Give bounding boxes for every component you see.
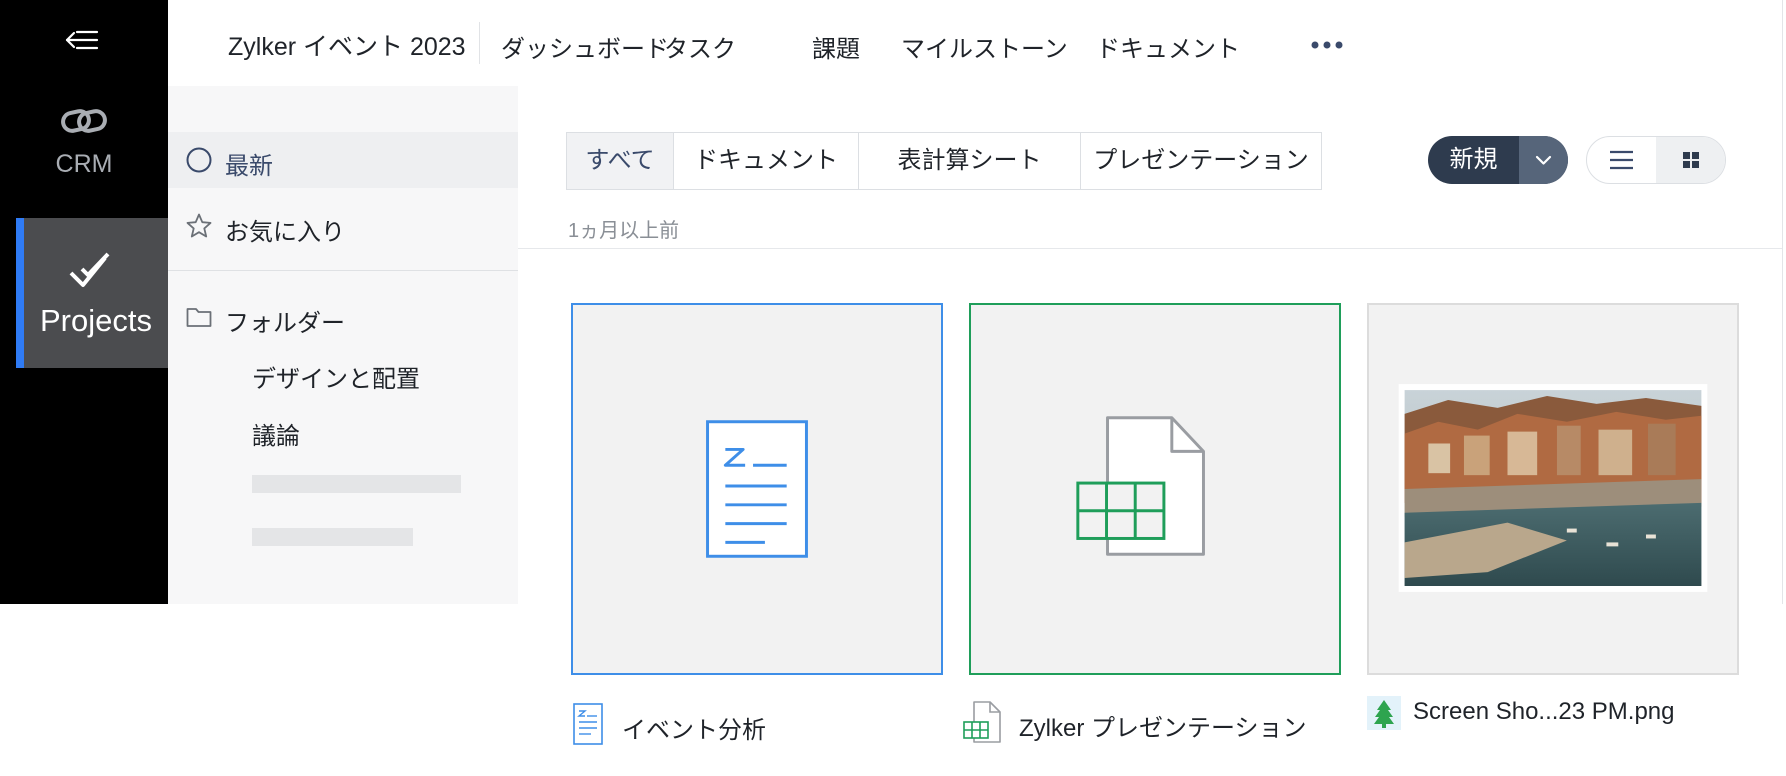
- sidebar-item-label: 最新: [225, 153, 273, 180]
- app-rail: CRM Projects: [0, 0, 168, 604]
- sidebar-item-label: フォルダー: [225, 310, 345, 337]
- folder-icon: [186, 308, 212, 327]
- spreadsheet-thumbnail-icon: [1076, 416, 1205, 556]
- file-name: Zylker プレゼンテーション: [1019, 715, 1307, 742]
- sidebar-divider: [168, 270, 518, 271]
- filter-presentations[interactable]: プレゼンテーション: [1080, 133, 1321, 189]
- rail-item-crm[interactable]: CRM: [0, 105, 168, 179]
- documents-sidebar: 最新 お気に入り フォルダー デザインと配置 議論: [168, 86, 518, 604]
- new-button[interactable]: 新規: [1428, 136, 1568, 184]
- chevron-down-icon: [1535, 155, 1552, 165]
- collapse-menu-icon[interactable]: [64, 26, 100, 56]
- tab-dashboard[interactable]: ダッシュボード: [501, 29, 669, 64]
- nav-divider: [479, 22, 480, 64]
- tab-milestones[interactable]: マイルストーン: [901, 29, 1068, 64]
- rail-projects-label: Projects: [40, 303, 152, 338]
- list-view-button[interactable]: [1587, 137, 1657, 183]
- file-item-spreadsheet[interactable]: Zylker プレゼンテーション: [962, 700, 1362, 748]
- grid-view-icon: [1683, 152, 1699, 168]
- image-thumbnail: [1398, 384, 1708, 592]
- section-label: 1ヵ月以上前: [568, 220, 680, 242]
- folder-discussion[interactable]: 議論: [252, 416, 300, 451]
- filter-spreadsheets[interactable]: 表計算シート: [858, 133, 1080, 189]
- circle-icon: [186, 147, 212, 173]
- list-view-icon: [1610, 150, 1633, 170]
- active-indicator: [16, 218, 24, 368]
- sidebar-item-label: お気に入り: [225, 219, 345, 246]
- loading-placeholder: [252, 475, 461, 493]
- tab-issues[interactable]: 課題: [812, 29, 860, 64]
- rail-item-projects[interactable]: Projects: [16, 218, 168, 368]
- new-button-label: 新規: [1449, 146, 1498, 173]
- project-title[interactable]: Zylker イベント 2023: [228, 27, 466, 63]
- grid-view-button[interactable]: [1656, 137, 1725, 183]
- double-check-icon: [69, 252, 110, 287]
- file-item-image[interactable]: Screen Sho...23 PM.png: [1367, 696, 1747, 744]
- file-card-image[interactable]: [1367, 303, 1739, 675]
- filter-documents[interactable]: ドキュメント: [673, 133, 858, 189]
- image-file-icon: [1367, 696, 1401, 730]
- tab-documents[interactable]: ドキュメント: [1096, 29, 1240, 64]
- loading-placeholder: [252, 528, 413, 546]
- file-card-document[interactable]: [571, 303, 943, 675]
- star-icon: [186, 213, 212, 238]
- folder-design-layout[interactable]: デザインと配置: [252, 359, 420, 394]
- sidebar-item-recent[interactable]: 最新: [168, 132, 518, 188]
- filter-all[interactable]: すべて: [567, 133, 673, 189]
- file-name: イベント分析: [622, 717, 766, 744]
- rail-crm-label: CRM: [55, 150, 113, 178]
- sidebar-item-favorites[interactable]: お気に入り: [168, 198, 518, 254]
- section-divider: [518, 248, 1782, 249]
- document-file-icon: [573, 703, 603, 745]
- file-card-spreadsheet[interactable]: [969, 303, 1341, 675]
- spreadsheet-file-icon: [963, 701, 1001, 743]
- top-navigation: Zylker イベント 2023 ダッシュボード タスク 課題 マイルストーン …: [168, 0, 1782, 87]
- view-toggle: [1586, 136, 1726, 184]
- new-dropdown-toggle[interactable]: [1519, 136, 1568, 184]
- file-item-document[interactable]: イベント分析: [571, 700, 943, 748]
- more-horizontal-icon[interactable]: [1310, 40, 1344, 50]
- document-thumbnail-icon: [706, 420, 808, 558]
- crm-logo-icon: [61, 109, 107, 133]
- type-filter: すべて ドキュメント 表計算シート プレゼンテーション: [566, 132, 1322, 190]
- sidebar-item-folders[interactable]: フォルダー: [168, 289, 518, 345]
- tab-tasks[interactable]: タスク: [664, 29, 736, 64]
- file-name: Screen Sho...23 PM.png: [1413, 698, 1675, 725]
